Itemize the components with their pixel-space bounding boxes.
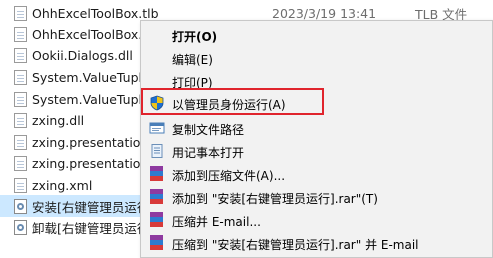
menu-item-compress-to-rar-email[interactable]: 压缩到 "安装[右键管理员运行].rar" 并 E-mail bbox=[141, 232, 492, 254]
menu-item-label: 复制文件路径 bbox=[172, 123, 245, 137]
menu-item-label: 添加到压缩文件(A)... bbox=[172, 169, 286, 183]
file-name: System.ValueTuple bbox=[32, 69, 150, 85]
batch-file-icon bbox=[14, 219, 27, 235]
menu-item-compress-email[interactable]: 压缩并 E-mail... bbox=[141, 209, 492, 231]
file-name: OhhExcelToolBox.x bbox=[32, 26, 150, 42]
document-icon bbox=[14, 5, 27, 21]
menu-item-label: 压缩到 "安装[右键管理员运行].rar" 并 E-mail bbox=[172, 238, 419, 252]
document-icon bbox=[14, 91, 27, 107]
menu-item-edit[interactable]: 编辑(E) bbox=[141, 47, 492, 69]
menu-item-label: 打开(O) bbox=[172, 30, 218, 44]
context-menu: 打开(O) 编辑(E) 打印(P) 以管理员身份运行(A) 复制文件路径 用记事… bbox=[140, 20, 493, 258]
file-name: 卸载[右键管理员运行 bbox=[32, 220, 150, 236]
document-icon bbox=[14, 134, 27, 150]
file-name: zxing.presentation bbox=[32, 155, 149, 171]
menu-item-label: 添加到 "安装[右键管理员运行].rar"(T) bbox=[172, 192, 378, 206]
file-name: zxing.xml bbox=[32, 177, 93, 193]
winrar-icon bbox=[150, 189, 163, 204]
menu-item-run-as-admin[interactable]: 以管理员身份运行(A) bbox=[141, 92, 492, 114]
document-icon bbox=[14, 155, 27, 171]
document-icon bbox=[14, 177, 27, 193]
menu-item-label: 以管理员身份运行(A) bbox=[172, 98, 286, 112]
menu-item-label: 压缩并 E-mail... bbox=[172, 215, 261, 229]
copy-path-icon bbox=[149, 122, 165, 134]
notepad-icon bbox=[151, 144, 163, 158]
menu-item-open[interactable]: 打开(O) bbox=[141, 24, 492, 46]
file-name: zxing.presentation bbox=[32, 134, 149, 150]
file-row-selected[interactable]: 安装[右键管理员运行 bbox=[0, 195, 150, 217]
menu-item-add-to-archive[interactable]: 添加到压缩文件(A)... bbox=[141, 163, 492, 185]
menu-item-add-to-rar[interactable]: 添加到 "安装[右键管理员运行].rar"(T) bbox=[141, 186, 492, 208]
document-icon bbox=[14, 47, 27, 63]
document-icon bbox=[14, 26, 27, 42]
file-name: Ookii.Dialogs.dll bbox=[32, 47, 133, 63]
file-name: 安装[右键管理员运行 bbox=[32, 199, 150, 215]
menu-item-open-notepad[interactable]: 用记事本打开 bbox=[141, 140, 492, 162]
file-date: 2023/3/19 13:41 bbox=[272, 5, 377, 21]
menu-item-label: 用记事本打开 bbox=[172, 146, 245, 160]
uac-shield-icon bbox=[150, 95, 164, 111]
menu-item-label: 编辑(E) bbox=[172, 53, 213, 67]
winrar-icon bbox=[150, 166, 163, 181]
winrar-icon bbox=[150, 212, 163, 227]
document-icon bbox=[14, 69, 27, 85]
document-icon bbox=[14, 112, 27, 128]
menu-item-copy-path[interactable]: 复制文件路径 bbox=[141, 117, 492, 139]
file-name: zxing.dll bbox=[32, 112, 85, 128]
batch-file-icon bbox=[14, 198, 27, 214]
winrar-icon bbox=[150, 235, 163, 250]
file-name: System.ValueTuple bbox=[32, 91, 150, 107]
file-name: OhhExcelToolBox.tlb bbox=[32, 5, 159, 21]
